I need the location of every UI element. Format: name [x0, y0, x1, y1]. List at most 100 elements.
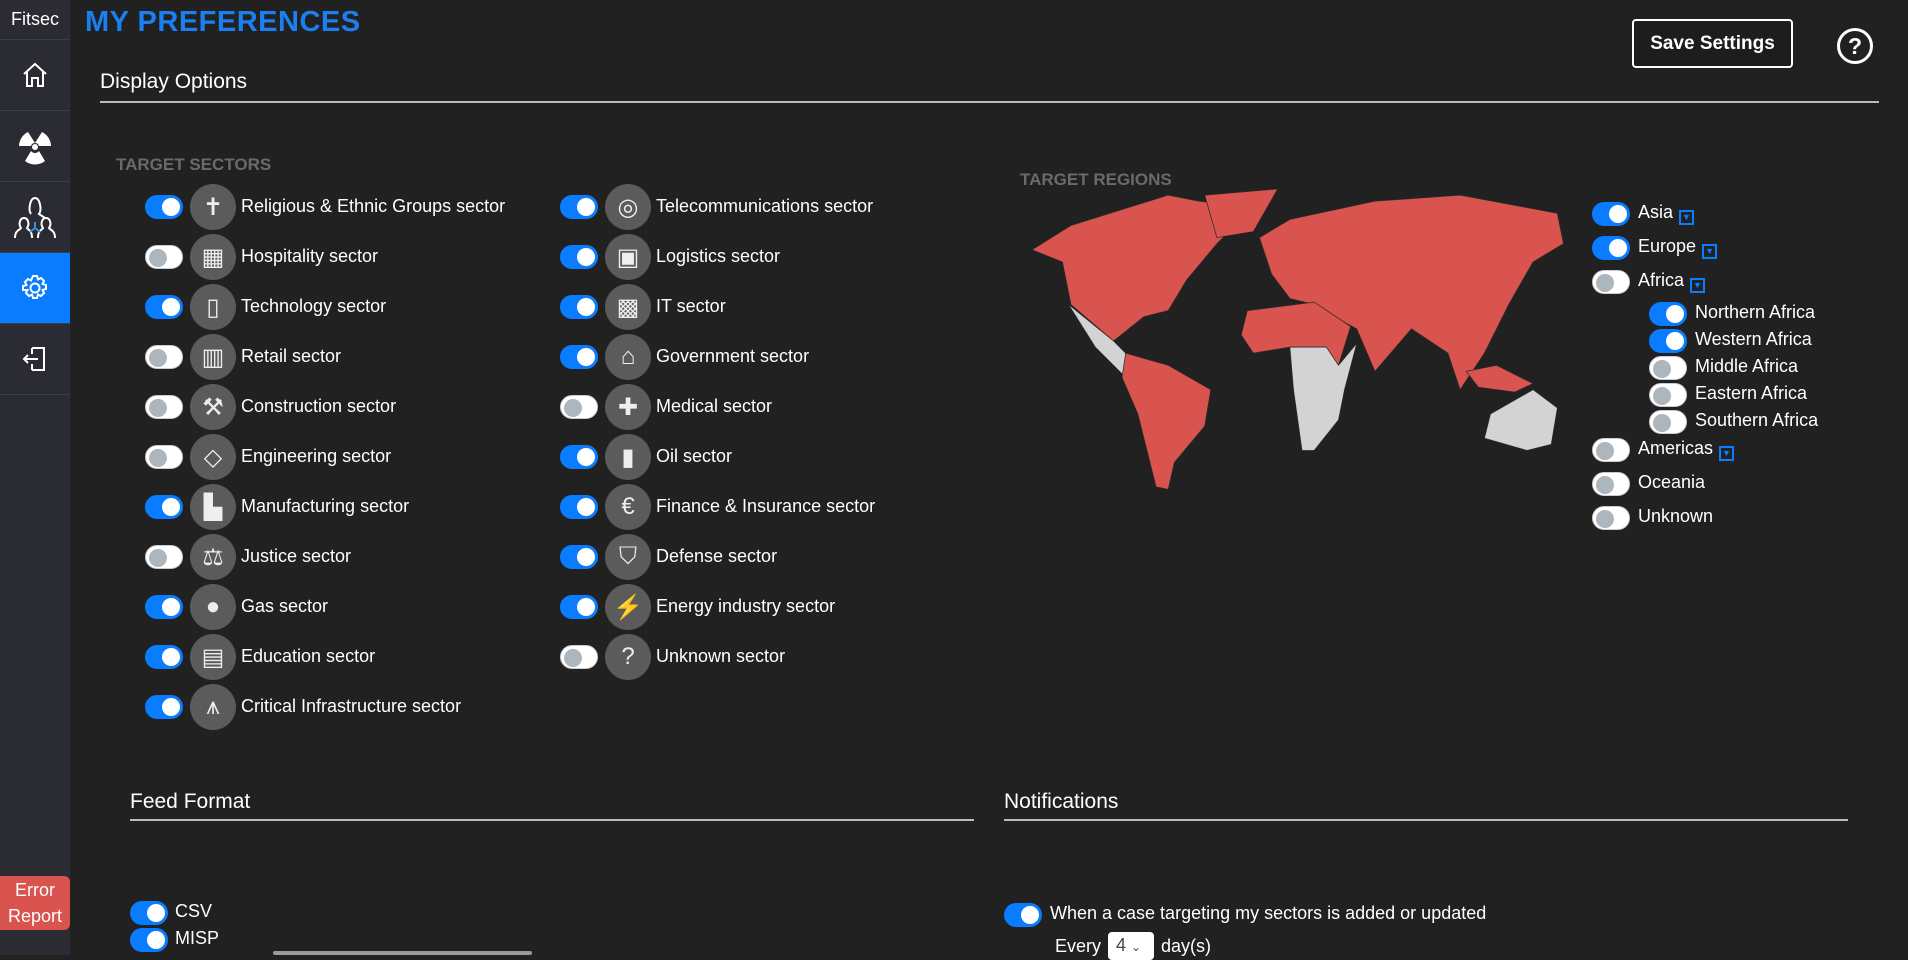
oil-barrel-icon: ▮	[605, 434, 651, 480]
label-engineering-sector: Engineering sector	[241, 446, 392, 466]
scales-icon: ⚖	[190, 534, 236, 580]
notifications-heading: Notifications	[1004, 790, 1119, 813]
region-toggle-africa[interactable]	[1592, 270, 1630, 294]
map-region-oceania[interactable]	[1483, 389, 1558, 451]
brand-logo[interactable]: Fitsec	[0, 0, 70, 40]
nav-groups[interactable]	[0, 182, 70, 253]
region-toggle-middle-africa[interactable]	[1649, 356, 1687, 380]
expand-americas-chevron-down-icon[interactable]: ▼	[1719, 446, 1735, 461]
divider	[1004, 819, 1848, 821]
page-title: MY PREFERENCES	[85, 6, 361, 38]
toggle-critical-infrastructure-sector[interactable]	[145, 695, 183, 719]
toggle-gas-sector[interactable]	[145, 595, 183, 619]
label-finance-insurance-sector: Finance & Insurance sector	[656, 496, 876, 516]
csv-toggle[interactable]	[130, 901, 168, 925]
misp-toggle[interactable]	[130, 928, 168, 952]
label-critical-infrastructure-sector: Critical Infrastructure sector	[241, 696, 462, 716]
expand-europe-chevron-down-icon[interactable]: ▼	[1702, 244, 1718, 259]
region-toggle-southern-africa[interactable]	[1649, 410, 1687, 434]
interval-value: 4	[1116, 935, 1127, 955]
region-toggle-americas[interactable]	[1592, 438, 1630, 462]
help-icon[interactable]: ?	[1837, 28, 1873, 64]
shop-icon: ▥	[190, 334, 236, 380]
world-map[interactable]	[1022, 189, 1582, 493]
toggle-hospitality-sector[interactable]	[145, 245, 183, 269]
map-region-se-asia[interactable]	[1465, 364, 1534, 393]
label-defense-sector: Defense sector	[656, 546, 778, 566]
toggle-construction-sector[interactable]	[145, 395, 183, 419]
toggle-justice-sector[interactable]	[145, 545, 183, 569]
map-region-southern-africa[interactable]	[1289, 343, 1358, 451]
region-name: Oceania	[1638, 472, 1706, 492]
label-manufacturing-sector: Manufacturing sector	[241, 496, 410, 516]
region-label-asia: Asia ▼	[1638, 202, 1695, 225]
nav-threats[interactable]	[0, 111, 70, 182]
notify-sectors-toggle[interactable]	[1004, 903, 1042, 927]
toggle-government-sector[interactable]	[560, 345, 598, 369]
toggle-logistics-sector[interactable]	[560, 245, 598, 269]
network-icon	[14, 196, 56, 239]
logout-icon	[22, 347, 45, 371]
expand-africa-chevron-down-icon[interactable]: ▼	[1690, 278, 1706, 293]
toggle-manufacturing-sector[interactable]	[145, 495, 183, 519]
toggle-oil-sector[interactable]	[560, 445, 598, 469]
divider	[130, 819, 974, 821]
toggle-technology-sector[interactable]	[145, 295, 183, 319]
interval-select[interactable]: 4 ⌄	[1108, 932, 1154, 960]
save-settings-button[interactable]: Save Settings	[1632, 19, 1793, 68]
region-name: Western Africa	[1695, 329, 1812, 349]
sidebar: Fitsec Error Report	[0, 0, 70, 955]
toggle-medical-sector[interactable]	[560, 395, 598, 419]
region-name: Unknown	[1638, 506, 1714, 526]
toggle-engineering-sector[interactable]	[145, 445, 183, 469]
label-energy-industry-sector: Energy industry sector	[656, 596, 836, 616]
notify-sectors-label: When a case targeting my sectors is adde…	[1050, 903, 1487, 923]
toggle-finance-insurance-sector[interactable]	[560, 495, 598, 519]
map-region-greenland[interactable]	[1204, 189, 1279, 239]
nav-home[interactable]	[0, 40, 70, 111]
toggle-telecommunications-sector[interactable]	[560, 195, 598, 219]
label-construction-sector: Construction sector	[241, 396, 397, 416]
chevron-down-icon: ⌄	[1131, 940, 1142, 954]
book-icon: ▤	[190, 634, 236, 680]
region-name: Asia	[1638, 202, 1674, 222]
csv-label: CSV	[175, 901, 213, 921]
region-name: Africa	[1638, 270, 1685, 290]
toggle-it-sector[interactable]	[560, 295, 598, 319]
toggle-unknown-sector[interactable]	[560, 645, 598, 669]
region-toggle-eastern-africa[interactable]	[1649, 383, 1687, 407]
region-toggle-unknown[interactable]	[1592, 506, 1630, 530]
misp-label: MISP	[175, 928, 220, 948]
power-tower-icon: ⩚	[190, 684, 236, 730]
horizontal-scrollbar[interactable]	[273, 951, 532, 955]
region-name: Eastern Africa	[1695, 383, 1808, 403]
label-hospitality-sector: Hospitality sector	[241, 246, 379, 266]
nav-logout[interactable]	[0, 324, 70, 395]
toggle-religious-ethnic-groups-sector[interactable]	[145, 195, 183, 219]
target-sectors-caption: TARGET SECTORS	[116, 155, 272, 174]
expand-asia-chevron-down-icon[interactable]: ▼	[1679, 210, 1695, 225]
government-building-icon: ⌂	[605, 334, 651, 380]
divider	[100, 101, 1879, 103]
hammer-icon: ⚒	[190, 384, 236, 430]
region-name: Europe	[1638, 236, 1697, 256]
package-icon: ▣	[605, 234, 651, 280]
toggle-retail-sector[interactable]	[145, 345, 183, 369]
tablet-icon: ▯	[190, 284, 236, 330]
nav-settings[interactable]	[0, 253, 70, 324]
toggle-energy-industry-sector[interactable]	[560, 595, 598, 619]
gear-icon	[22, 275, 47, 299]
region-toggle-northern-africa[interactable]	[1649, 302, 1687, 326]
toggle-education-sector[interactable]	[145, 645, 183, 669]
wrench-icon: ◇	[190, 434, 236, 480]
region-toggle-asia[interactable]	[1592, 202, 1630, 226]
map-region-south-america[interactable]	[1121, 352, 1212, 490]
error-report-button[interactable]: Error Report	[0, 876, 70, 930]
radiation-icon	[19, 132, 51, 165]
region-toggle-oceania[interactable]	[1592, 472, 1630, 496]
region-toggle-western-africa[interactable]	[1649, 329, 1687, 353]
computer-icon: ▩	[605, 284, 651, 330]
label-logistics-sector: Logistics sector	[656, 246, 781, 266]
region-toggle-europe[interactable]	[1592, 236, 1630, 260]
toggle-defense-sector[interactable]	[560, 545, 598, 569]
